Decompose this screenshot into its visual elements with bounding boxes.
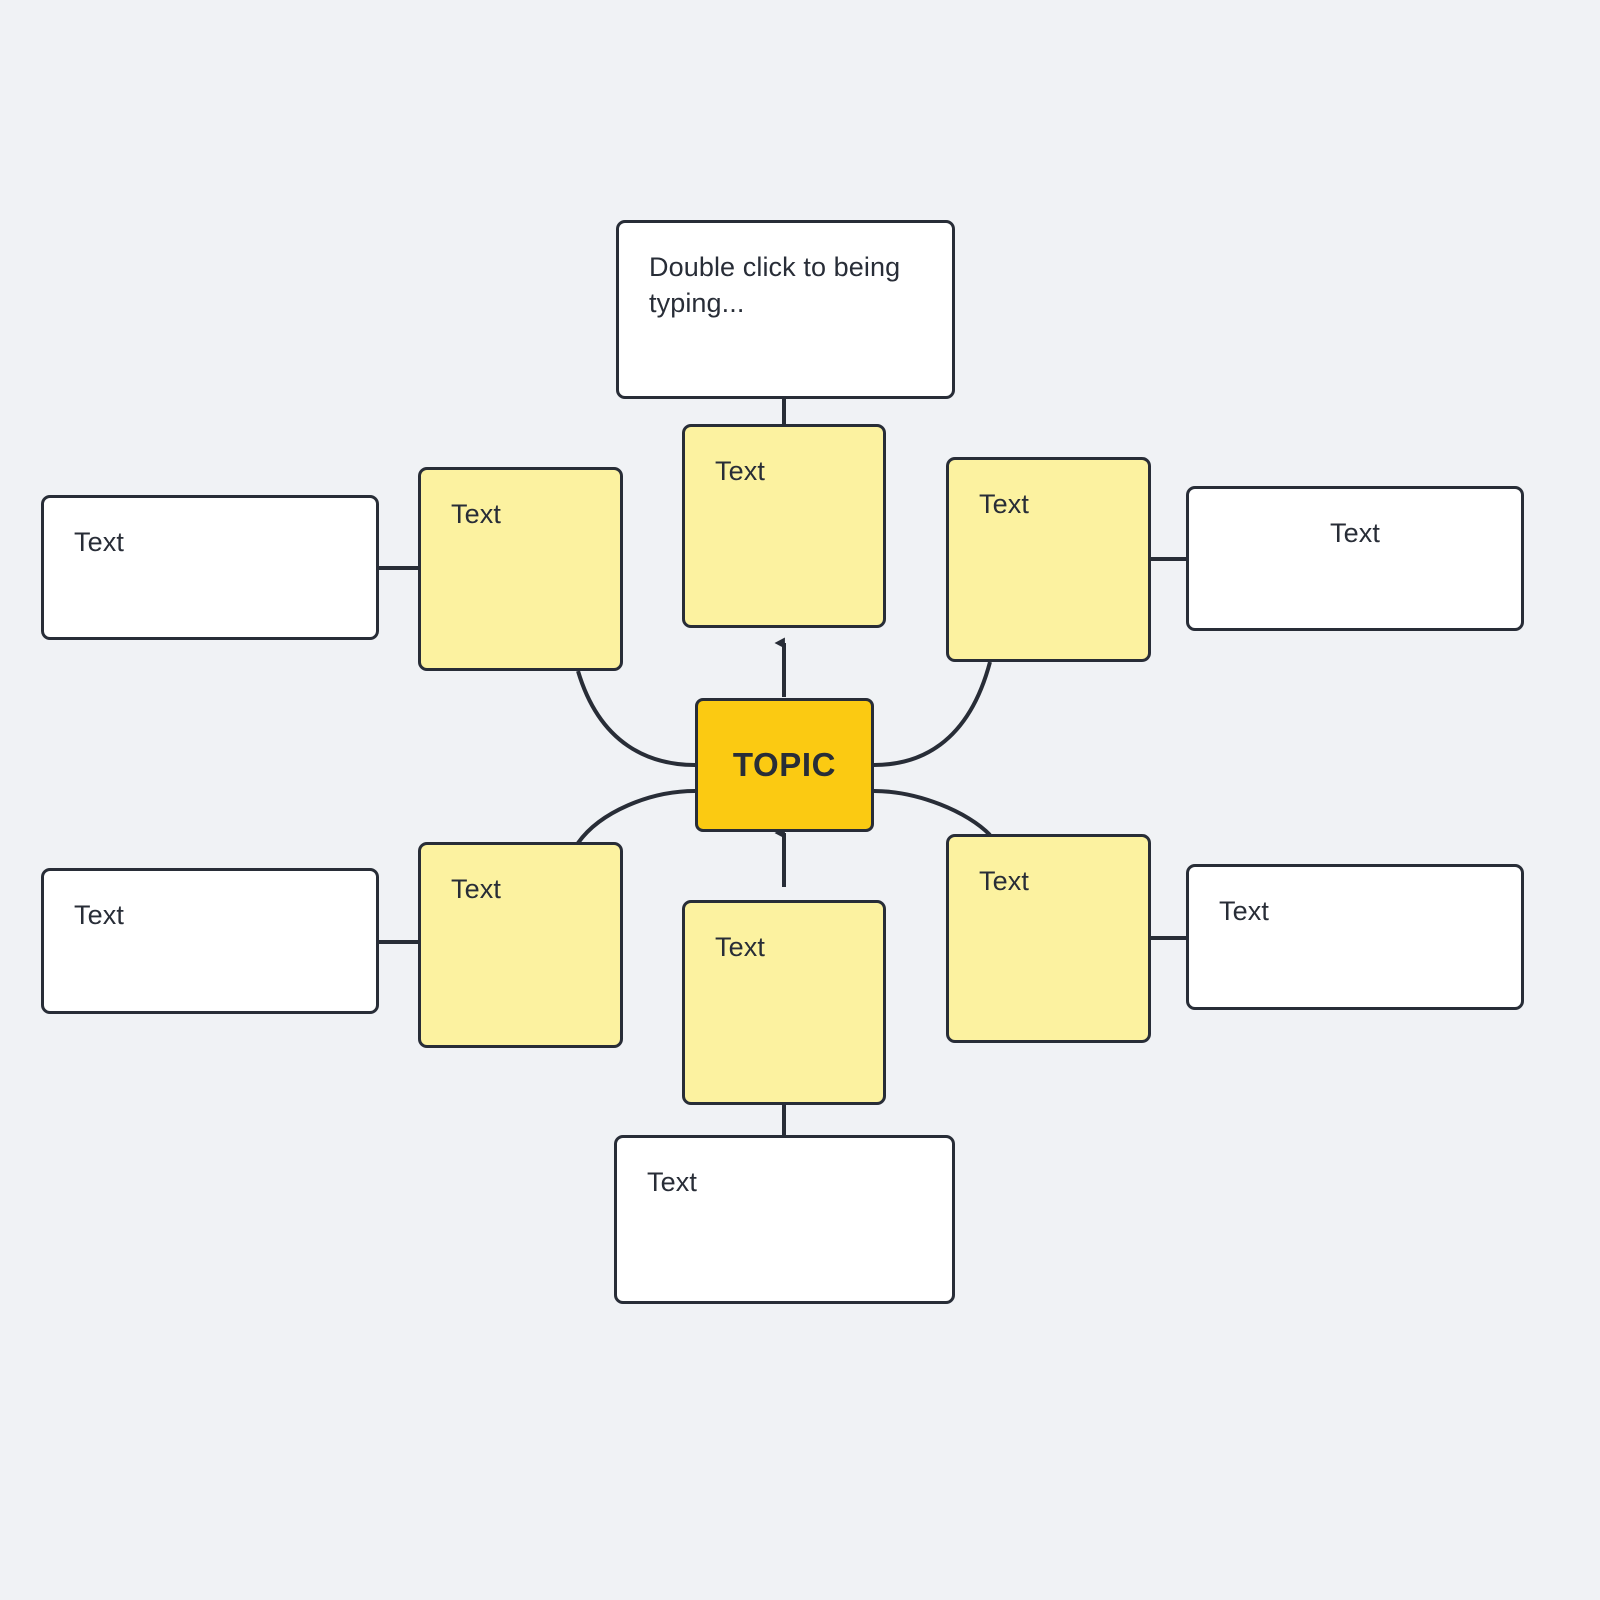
node-left-upper-branch-label: Text bbox=[451, 499, 501, 529]
node-right-upper-leaf[interactable]: Text bbox=[1186, 486, 1524, 631]
node-topic-label: TOPIC bbox=[732, 745, 837, 783]
node-right-lower-branch[interactable]: Text bbox=[946, 834, 1151, 1043]
node-left-lower-branch-label: Text bbox=[451, 874, 501, 904]
mindmap-canvas: Double click to being typing... Text Tex… bbox=[0, 0, 1600, 1600]
node-top-leaf-label: Double click to being typing... bbox=[649, 252, 901, 319]
node-left-lower-branch[interactable]: Text bbox=[418, 842, 623, 1048]
edge-topic-to-left-lower-branch bbox=[576, 789, 696, 845]
node-bottom-branch[interactable]: Text bbox=[682, 900, 886, 1105]
node-top-branch-label: Text bbox=[715, 456, 765, 486]
node-topic[interactable]: TOPIC bbox=[695, 698, 874, 832]
node-left-lower-leaf[interactable]: Text bbox=[41, 868, 379, 1014]
node-right-upper-branch[interactable]: Text bbox=[946, 457, 1151, 662]
node-right-lower-leaf-label: Text bbox=[1219, 896, 1269, 926]
node-right-lower-leaf[interactable]: Text bbox=[1186, 864, 1524, 1010]
node-right-upper-leaf-label: Text bbox=[1330, 518, 1380, 548]
node-left-upper-leaf[interactable]: Text bbox=[41, 495, 379, 640]
edge-topic-to-right-upper-branch bbox=[873, 661, 992, 767]
node-top-leaf[interactable]: Double click to being typing... bbox=[616, 220, 955, 399]
node-bottom-leaf[interactable]: Text bbox=[614, 1135, 955, 1304]
node-right-upper-branch-label: Text bbox=[979, 489, 1029, 519]
node-right-lower-branch-label: Text bbox=[979, 866, 1029, 896]
node-left-upper-leaf-label: Text bbox=[74, 527, 124, 557]
node-left-upper-branch[interactable]: Text bbox=[418, 467, 623, 671]
edge-topic-to-left-upper-branch bbox=[576, 670, 696, 767]
node-left-lower-leaf-label: Text bbox=[74, 900, 124, 930]
node-bottom-branch-label: Text bbox=[715, 932, 765, 962]
node-top-branch[interactable]: Text bbox=[682, 424, 886, 628]
edge-topic-to-right-lower-branch bbox=[873, 789, 992, 837]
node-bottom-leaf-label: Text bbox=[647, 1167, 697, 1197]
